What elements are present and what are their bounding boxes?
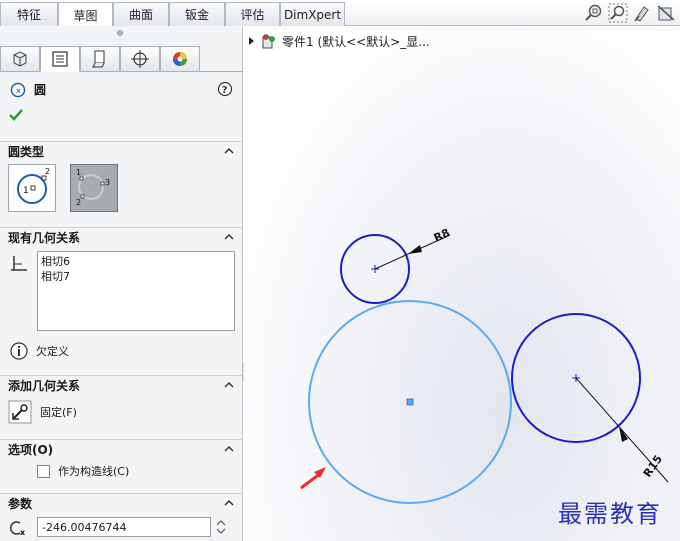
tab-surfaces[interactable]: 曲面 (113, 2, 169, 26)
section-title: 选项(O) (8, 443, 54, 457)
circle-feature-icon: × (10, 82, 26, 97)
spinner-icon[interactable] (214, 517, 228, 537)
zoom-to-fit-icon[interactable] (584, 3, 604, 23)
tab-label: 钣金 (184, 8, 209, 22)
chevron-up-icon[interactable] (223, 231, 235, 243)
configuration-icon (92, 50, 105, 68)
panel-grip[interactable] (117, 30, 123, 36)
construction-label: 作为构造线(C) (58, 465, 130, 478)
previous-view-icon[interactable] (632, 3, 652, 23)
tab-configuration-manager[interactable] (80, 46, 120, 72)
r15-label[interactable]: R15 (641, 453, 665, 480)
svg-text:2: 2 (76, 198, 81, 207)
section-title: 参数 (8, 497, 33, 511)
section-parameters[interactable]: 参数 (0, 493, 243, 513)
construction-checkbox[interactable] (37, 464, 50, 478)
tab-label: 草图 (73, 8, 98, 23)
perimeter-circle-icon: 1 3 2 (76, 168, 110, 207)
r15-arrowhead (619, 426, 628, 442)
perimeter-circle-button[interactable]: 1 3 2 (70, 164, 118, 212)
feature-header: × 圆 (10, 81, 46, 98)
status-text: 欠定义 (36, 345, 69, 358)
definition-status: 欠定义 (10, 342, 69, 360)
svg-text:2: 2 (45, 167, 50, 176)
appearance-icon (173, 52, 187, 66)
tab-feature-manager[interactable] (0, 46, 40, 72)
section-options[interactable]: 选项(O) (0, 439, 243, 459)
center-circle-button[interactable]: 1 2 (8, 164, 56, 212)
tab-dimxpert[interactable]: DimXpert (280, 2, 345, 26)
manager-tabs (0, 46, 243, 72)
command-manager-tabs: 特征 草图 曲面 钣金 评估 DimXpert (0, 0, 680, 27)
fix-label: 固定(F) (40, 406, 77, 419)
svg-text:×: × (16, 87, 22, 95)
section-add-relations[interactable]: 添加几何关系 (0, 375, 243, 395)
tab-property-manager[interactable] (40, 46, 80, 72)
svg-text:1: 1 (76, 168, 81, 177)
feature-tree-icon (13, 51, 27, 67)
construction-option[interactable]: 作为构造线(C) (37, 463, 129, 479)
tab-sheet-metal[interactable]: 钣金 (169, 2, 225, 26)
sketch-canvas[interactable]: R8 R15 (244, 26, 680, 541)
property-manager: × 圆 ? 圆类型 1 2 1 3 2 现有几何关系 相切6 相切7 欠定义 添… (0, 26, 243, 541)
help-icon[interactable]: ? (217, 81, 233, 97)
svg-text:1: 1 (23, 186, 29, 196)
zoom-area-icon[interactable] (608, 3, 628, 23)
chevron-up-icon[interactable] (223, 379, 235, 391)
svg-text:x: x (20, 528, 26, 536)
section-title: 添加几何关系 (8, 379, 81, 393)
tab-label: DimXpert (283, 7, 342, 22)
selected-center-point[interactable] (406, 398, 414, 406)
chevron-up-icon[interactable] (223, 443, 235, 455)
tab-label: 曲面 (128, 8, 153, 22)
center-circle-icon: 1 2 (17, 167, 50, 204)
info-icon (10, 342, 28, 360)
crosshair-icon (131, 50, 149, 68)
section-existing-relations[interactable]: 现有几何关系 (0, 227, 243, 247)
center-x-icon: x (10, 521, 26, 536)
section-circle-type[interactable]: 圆类型 (0, 141, 243, 161)
list-item[interactable]: 相切6 (41, 254, 231, 269)
section-view-icon[interactable] (656, 3, 676, 23)
property-list-icon (52, 51, 68, 67)
tab-label: 评估 (240, 8, 265, 22)
chevron-up-icon[interactable] (223, 145, 235, 157)
confirm-check-icon[interactable] (8, 108, 24, 122)
feature-title: 圆 (34, 83, 47, 97)
section-title: 现有几何关系 (8, 231, 81, 245)
watermark: 最需教育 (558, 500, 662, 528)
list-item[interactable]: 相切7 (41, 269, 231, 284)
tab-label: 特征 (16, 8, 41, 22)
tab-evaluate[interactable]: 评估 (225, 2, 280, 26)
svg-text:?: ? (222, 85, 228, 96)
svg-text:3: 3 (105, 178, 110, 187)
relations-icon (11, 256, 27, 271)
graphics-area[interactable]: 零件1 (默认<<默认>_显... R8 R15 (244, 26, 680, 541)
center-x-input[interactable]: -246.00476744 (37, 517, 211, 537)
r8-arrowhead (408, 245, 422, 254)
chevron-up-icon[interactable] (223, 497, 235, 509)
tab-sketch[interactable]: 草图 (58, 2, 113, 27)
existing-relations-list[interactable]: 相切6 相切7 (37, 251, 235, 331)
tab-features[interactable]: 特征 (0, 2, 58, 26)
tab-display-manager[interactable] (160, 46, 200, 72)
fix-relation-button[interactable]: 固定(F) (8, 400, 77, 424)
anchor-fix-icon (8, 400, 32, 424)
section-title: 圆类型 (8, 145, 45, 159)
tab-dimxpert-manager[interactable] (120, 46, 160, 72)
